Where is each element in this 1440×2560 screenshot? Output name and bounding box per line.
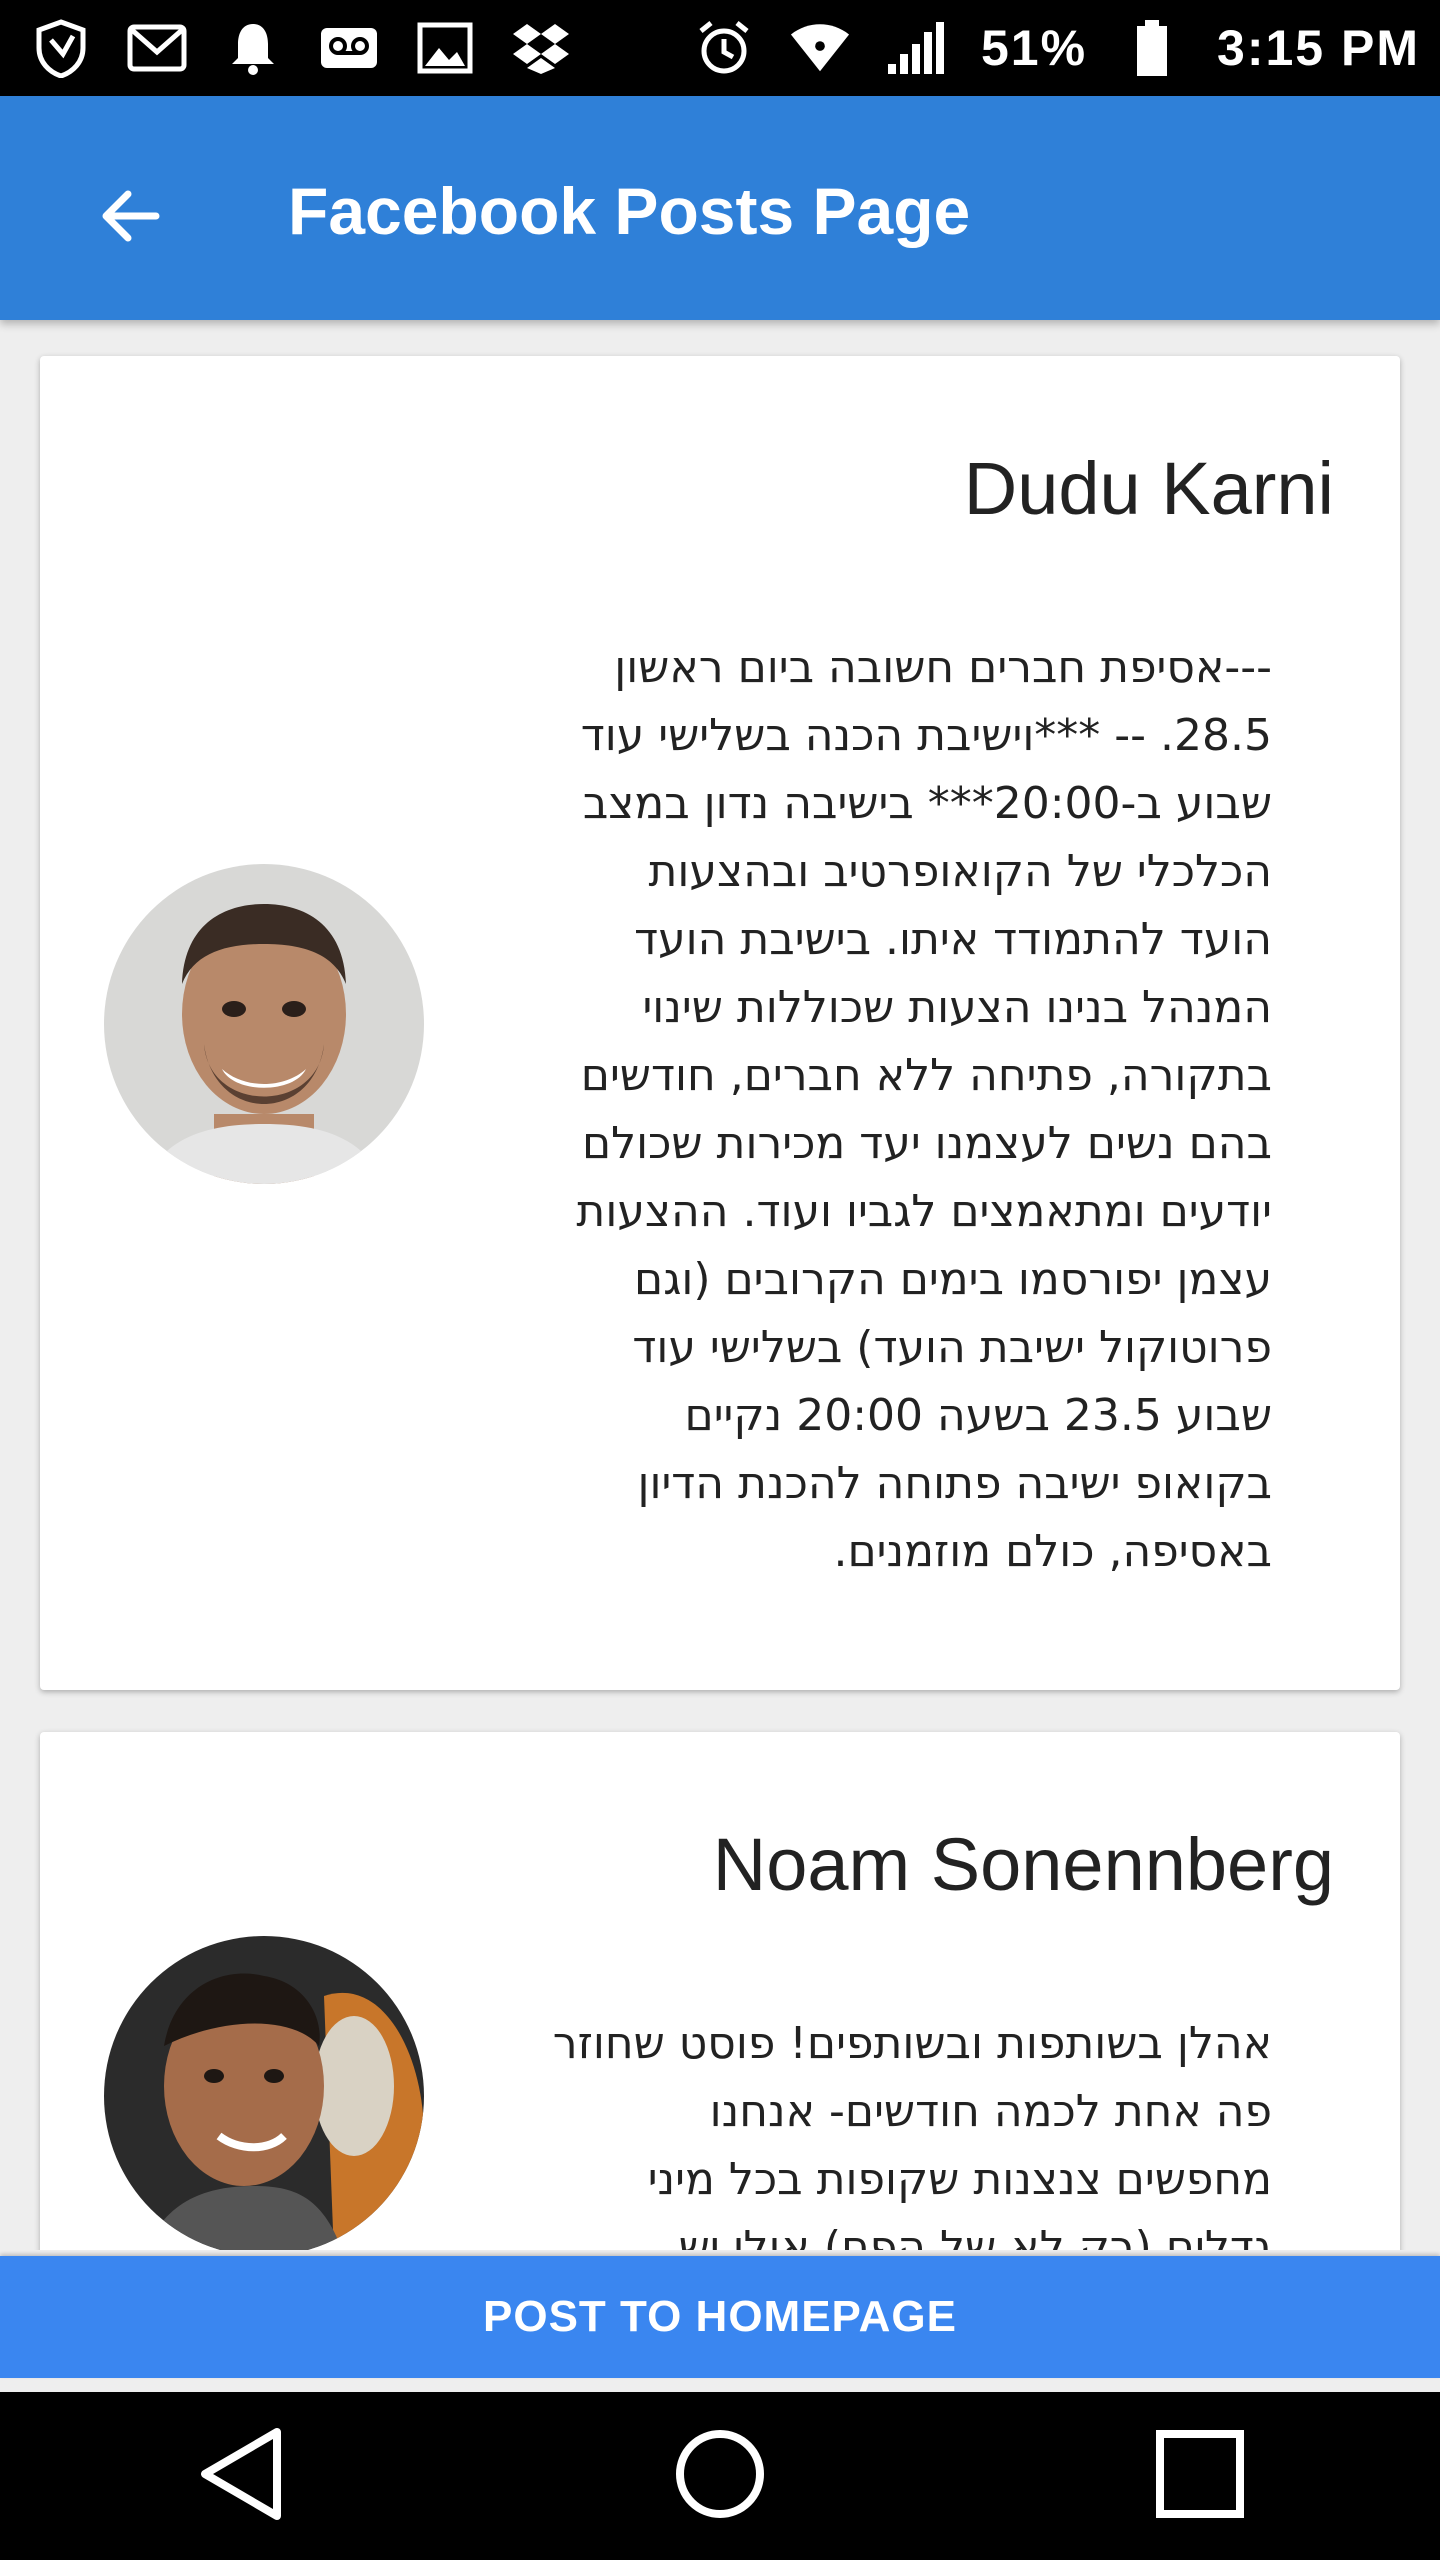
nav-back-button[interactable] xyxy=(160,2406,320,2546)
battery-icon xyxy=(1121,17,1183,79)
post-body: ---אסיפת חברים חשובה ביום ראשון 28.5. --… xyxy=(576,642,1272,1577)
status-bar: 51% 3:15 PM xyxy=(0,0,1440,96)
post-author: Dudu Karni xyxy=(963,447,1334,530)
nav-recents-button[interactable] xyxy=(1120,2406,1280,2546)
voicemail-icon xyxy=(318,17,380,79)
shield-notification-icon xyxy=(30,17,92,79)
page-title: Facebook Posts Page xyxy=(288,174,971,248)
signal-icon xyxy=(885,17,947,79)
nav-home-button[interactable] xyxy=(640,2406,800,2546)
app-bar: Facebook Posts Page xyxy=(0,96,1440,320)
alarm-icon xyxy=(693,17,755,79)
bell-icon xyxy=(222,17,284,79)
image-icon xyxy=(414,17,476,79)
back-button[interactable] xyxy=(80,168,180,268)
post-card[interactable]: Dudu Karni ---אסיפת חברים חשובה ביום ראש… xyxy=(40,356,1400,1690)
post-card[interactable]: Noam Sonennberg אהלן בשותפות ובשותפים! פ… xyxy=(40,1732,1400,2250)
status-bar-notifications xyxy=(30,17,572,79)
post-author: Noam Sonennberg xyxy=(712,1823,1334,1906)
gmail-icon xyxy=(126,17,188,79)
navigation-bar xyxy=(0,2392,1440,2560)
arrow-left-icon xyxy=(100,190,160,247)
home-circle-icon xyxy=(672,2426,768,2527)
status-bar-system: 51% 3:15 PM xyxy=(693,17,1420,79)
battery-percent: 51% xyxy=(980,20,1088,76)
recents-square-icon xyxy=(1152,2426,1248,2527)
dropbox-icon xyxy=(510,17,572,79)
post-body: אהלן בשותפות ובשותפים! פוסט שחוזר פה אחת… xyxy=(552,2018,1272,2250)
avatar xyxy=(104,1936,424,2250)
clock: 3:15 PM xyxy=(1217,20,1420,76)
posts-list[interactable]: Dudu Karni ---אסיפת חברים חשובה ביום ראש… xyxy=(0,320,1440,2250)
wifi-icon xyxy=(789,17,851,79)
back-triangle-icon xyxy=(195,2426,285,2527)
avatar xyxy=(104,864,424,1184)
post-to-homepage-button[interactable]: POST TO HOMEPAGE xyxy=(0,2256,1440,2378)
